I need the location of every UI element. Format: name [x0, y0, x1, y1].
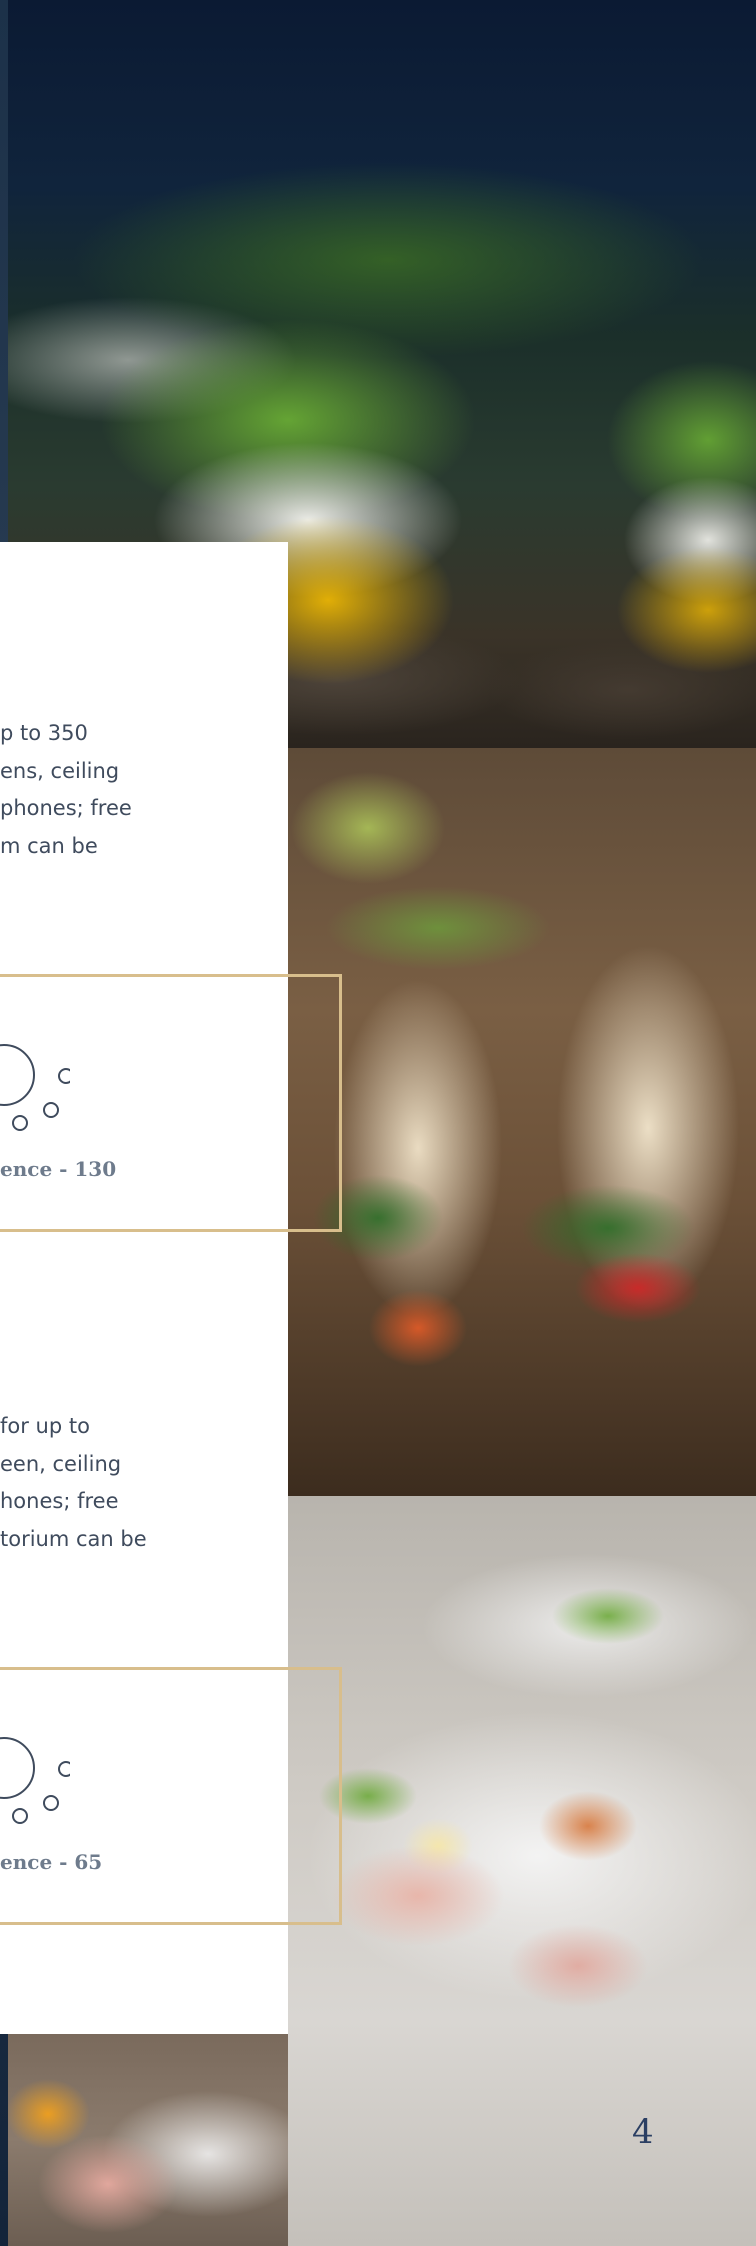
room-description-2: for up to een, ceiling hones; free toriu…	[0, 1414, 147, 1551]
photo-tortilla-wraps	[288, 748, 756, 1496]
page-number: 4	[632, 2112, 654, 2152]
capacity-label-2: ence - 65	[0, 1850, 103, 1874]
capacity-label-1: ence - 130	[0, 1157, 117, 1181]
table-seating-layout-icon	[0, 1737, 70, 1824]
photo-bottom-platter	[8, 2034, 288, 2246]
room-description-1: p to 350 ens, ceiling phones; free m can…	[0, 721, 132, 858]
table-seating-layout-icon	[0, 1044, 70, 1131]
photo-cold-cut-platter	[288, 1496, 756, 2246]
